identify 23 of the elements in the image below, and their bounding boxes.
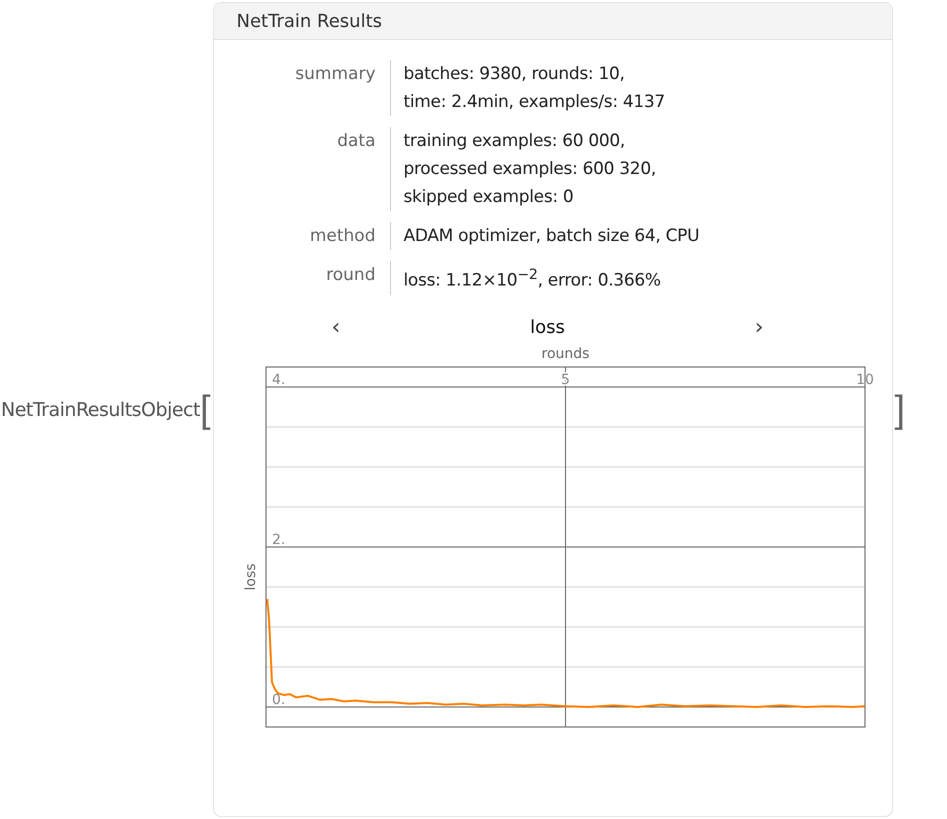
field-label: summary [228,60,390,116]
panel-title: NetTrain Results [214,3,892,40]
field-value: skipped examples: 0 [404,186,574,209]
y-tick-label: 4. [272,372,285,388]
previous-button[interactable]: ‹ [328,314,344,340]
field-value: time: 2.4min, examples/s: 4137 [404,91,666,114]
next-button[interactable]: › [750,314,768,340]
open-bracket: [ [200,390,210,428]
field-label: data [228,127,390,211]
object-head: NetTrainResultsObject [1,398,200,420]
field-value: training examples: 60 000, [404,130,626,153]
field-label: method [228,222,390,250]
x-axis-label: rounds [541,346,589,362]
field-label: round [228,261,390,295]
close-bracket: ] [894,390,906,428]
y-tick-label: 2. [272,532,285,548]
y-tick-label: 0. [272,692,285,708]
chart-title: loss [530,316,565,338]
field-value: ADAM optimizer, batch size 64, CPU [404,225,700,248]
field-value: batches: 9380, rounds: 10, [404,63,626,86]
y-axis-label: loss [242,563,258,590]
field-value: loss: 1.12×10$^{−2}$, error: 0.366% [404,266,662,293]
field-value: processed examples: 600 320, [404,158,657,181]
